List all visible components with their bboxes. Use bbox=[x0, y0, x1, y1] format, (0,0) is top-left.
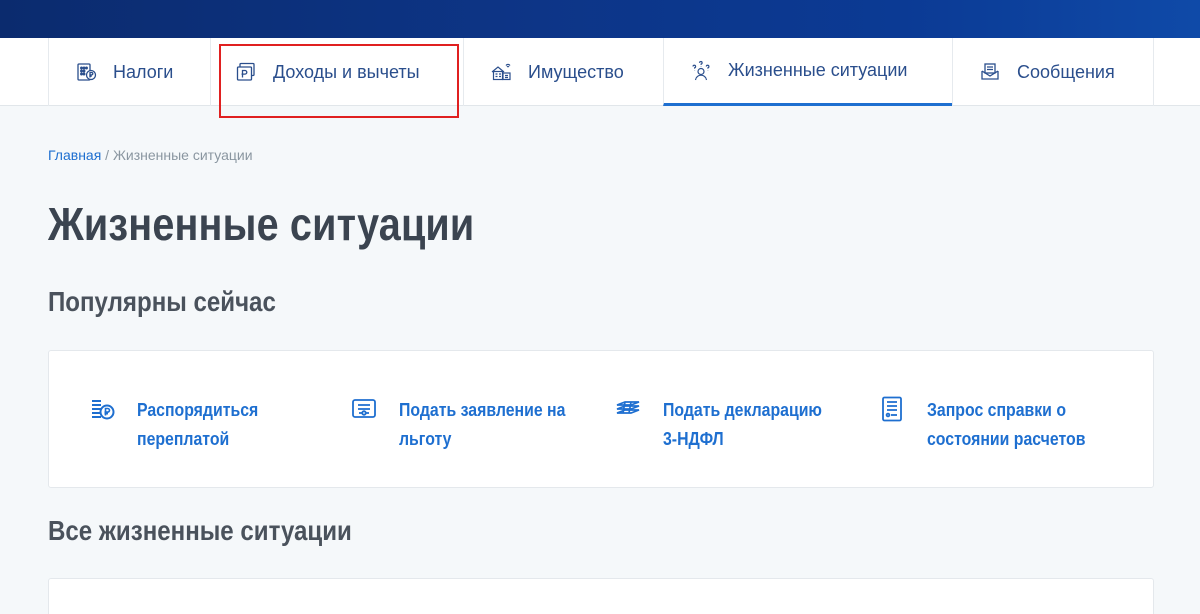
nav-item-label: Доходы и вычеты bbox=[273, 61, 420, 82]
certificate-list-icon bbox=[879, 396, 905, 422]
main-navigation: Налоги Доходы и вычеты Имущество Жизненн… bbox=[0, 38, 1200, 106]
popular-item-label: Запрос справки о состоянии расчетов bbox=[927, 400, 1086, 449]
nav-item-income-deductions[interactable]: Доходы и вычеты bbox=[210, 38, 463, 106]
nav-item-taxes[interactable]: Налоги bbox=[48, 38, 210, 106]
declaration-stack-icon bbox=[615, 396, 641, 422]
popular-item-overpayment[interactable]: Распорядиться переплатой bbox=[89, 396, 347, 454]
ruble-coins-icon bbox=[89, 396, 115, 422]
popular-item-label: Распорядиться переплатой bbox=[137, 400, 259, 449]
nav-item-label: Налоги bbox=[113, 61, 174, 82]
top-header-bar bbox=[0, 0, 1200, 38]
popular-section-title: Популярны сейчас bbox=[48, 286, 276, 317]
nav-item-messages[interactable]: Сообщения bbox=[952, 38, 1154, 106]
popular-item-label: Подать декларацию 3-НДФЛ bbox=[663, 400, 822, 449]
messages-icon bbox=[979, 61, 1001, 83]
all-situations-title: Все жизненные ситуации bbox=[48, 515, 352, 546]
person-questions-icon bbox=[690, 60, 712, 82]
breadcrumb-separator: / bbox=[101, 147, 113, 163]
breadcrumb: Главная / Жизненные ситуации bbox=[48, 147, 253, 163]
nav-item-label: Сообщения bbox=[1017, 61, 1115, 82]
page-title: Жизненные ситуации bbox=[48, 198, 475, 250]
nav-item-life-situations[interactable]: Жизненные ситуации bbox=[663, 38, 952, 106]
popular-item-label: Подать заявление на льготу bbox=[399, 400, 566, 449]
popular-item-benefit-application[interactable]: Подать заявление на льготу bbox=[351, 396, 609, 454]
property-house-icon bbox=[490, 61, 512, 83]
nav-item-label: Имущество bbox=[528, 61, 624, 82]
popular-item-settlement-certificate[interactable]: Запрос справки о состоянии расчетов bbox=[879, 396, 1137, 454]
popular-card: Распорядиться переплатой Подать заявлени… bbox=[48, 350, 1154, 488]
application-form-icon bbox=[351, 396, 377, 422]
breadcrumb-home-link[interactable]: Главная bbox=[48, 147, 101, 163]
ruble-documents-icon bbox=[235, 61, 257, 83]
all-situations-card bbox=[48, 578, 1154, 614]
calculator-ruble-icon bbox=[75, 61, 97, 83]
nav-item-label: Жизненные ситуации bbox=[728, 60, 908, 80]
popular-item-declaration[interactable]: Подать декларацию 3-НДФЛ bbox=[615, 396, 873, 454]
breadcrumb-current: Жизненные ситуации bbox=[112, 147, 253, 163]
nav-item-property[interactable]: Имущество bbox=[463, 38, 663, 106]
